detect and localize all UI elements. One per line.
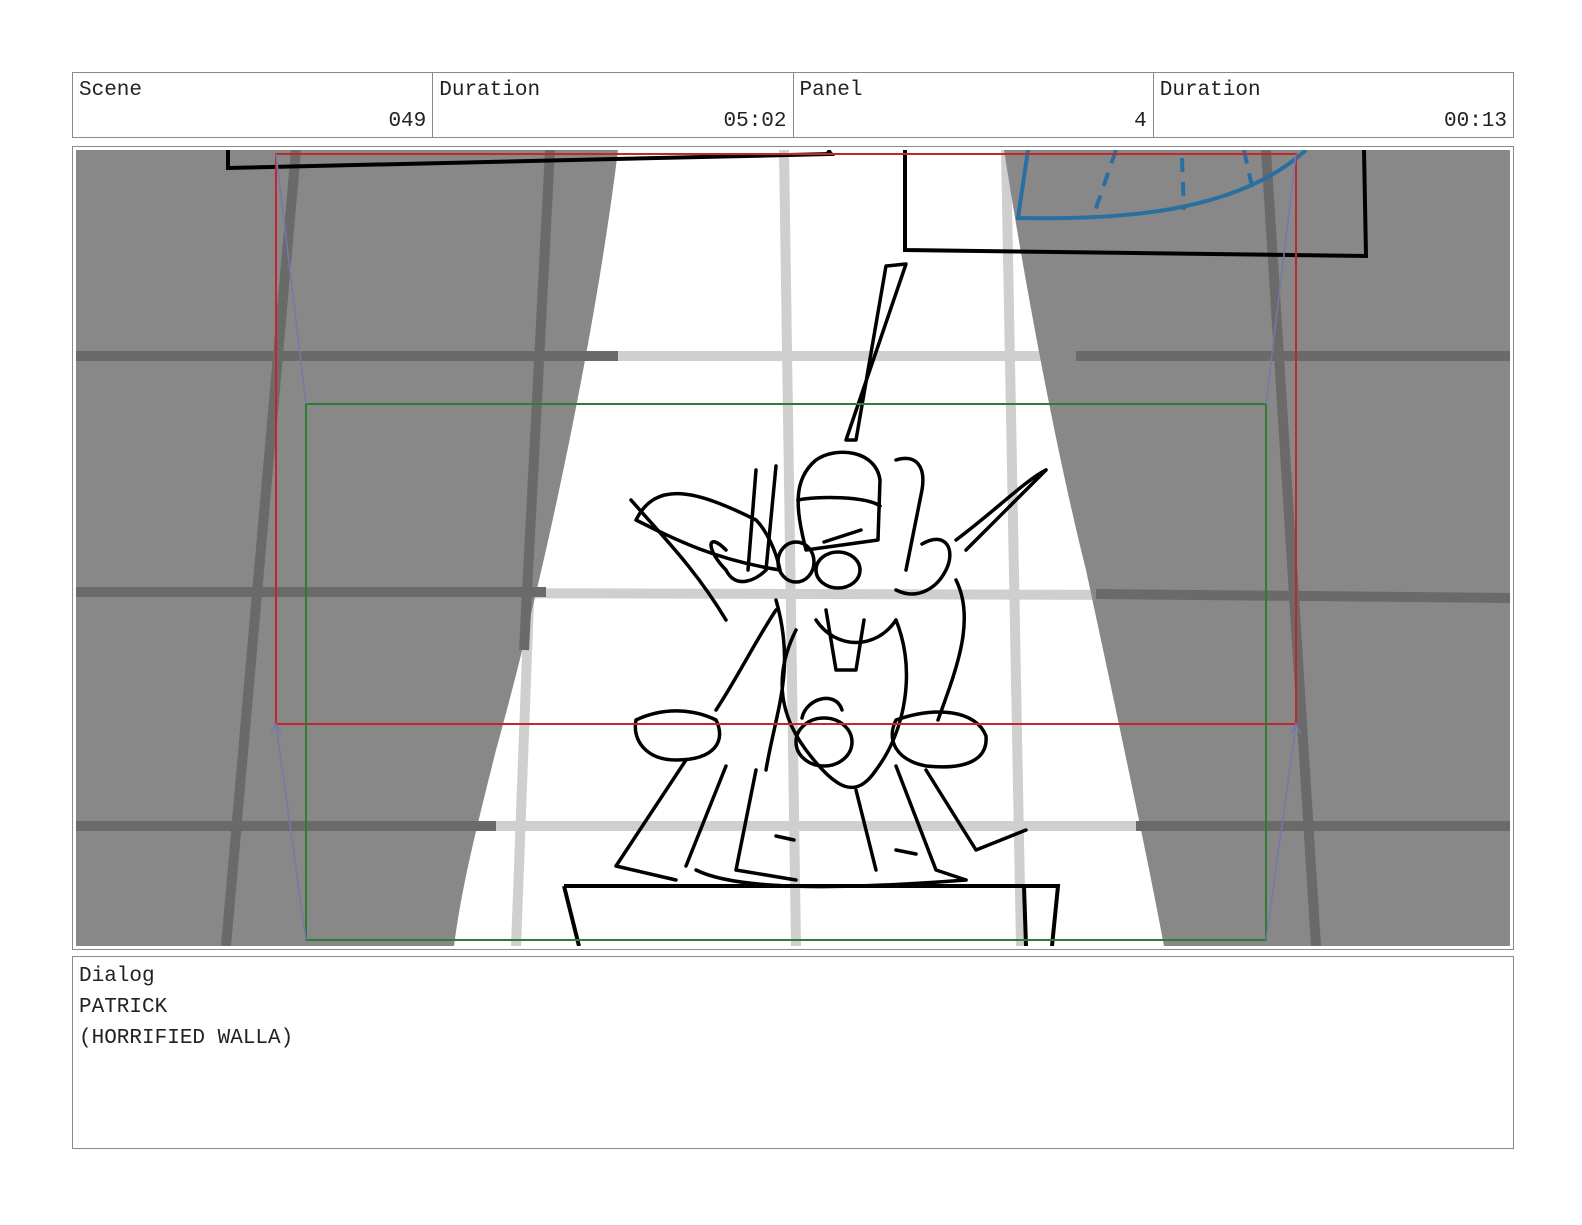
scene-duration-value: 05:02 bbox=[723, 110, 787, 133]
scene-cell: Scene 049 bbox=[73, 73, 434, 137]
pedestal bbox=[562, 884, 1061, 946]
storyboard-panel bbox=[72, 146, 1514, 950]
scene-duration-cell: Duration 05:02 bbox=[433, 73, 794, 137]
panel-number: 4 bbox=[1134, 110, 1147, 133]
dialog-label: Dialog bbox=[79, 965, 155, 988]
dialog-character: PATRICK bbox=[79, 996, 168, 1019]
panel-label: Panel bbox=[799, 79, 863, 102]
panel-cell: Panel 4 bbox=[794, 73, 1154, 137]
dialog-box: Dialog PATRICK (HORRIFIED WALLA) bbox=[72, 956, 1514, 1149]
panel-duration-value: 00:13 bbox=[1443, 110, 1507, 133]
panel-duration-cell: Duration 00:13 bbox=[1154, 73, 1513, 137]
panel-drawing bbox=[76, 150, 1510, 946]
panel-duration-label: Duration bbox=[1159, 79, 1261, 102]
dialog-parenthetical: (HORRIFIED WALLA) bbox=[79, 1027, 294, 1050]
scene-number: 049 bbox=[388, 110, 427, 133]
panel-info-header: Scene 049 Duration 05:02 Panel 4 Duratio… bbox=[72, 72, 1514, 138]
scene-label: Scene bbox=[79, 79, 143, 102]
scene-duration-label: Duration bbox=[439, 79, 541, 102]
